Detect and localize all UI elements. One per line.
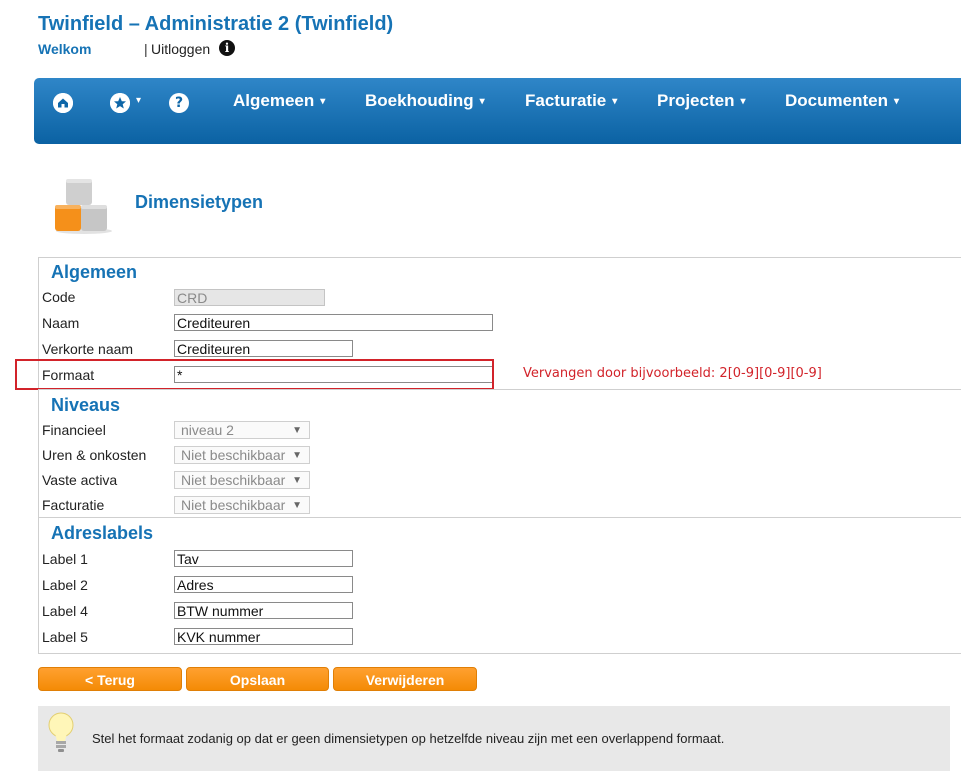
app-title: Twinfield – Administratie 2 (Twinfield): [38, 13, 394, 35]
formaat-highlight-box: [15, 359, 494, 390]
verkorte-naam-field[interactable]: Crediteuren: [174, 340, 353, 357]
nav-documenten-label: Documenten: [785, 91, 888, 110]
facturatie-select-value: Niet beschikbaar: [181, 497, 286, 513]
star-icon[interactable]: [110, 93, 130, 113]
chevron-down-icon: ▾: [479, 96, 485, 107]
formaat-annotation: Vervangen door bijvoorbeeld: 2[0-9][0-9]…: [523, 366, 822, 381]
section-heading-algemeen: Algemeen: [51, 262, 138, 282]
chevron-down-icon: ▾: [740, 96, 746, 107]
nav-facturatie-label: Facturatie: [525, 91, 607, 110]
dimension-types-icon: [55, 179, 112, 234]
uren-onkosten-select-value: Niet beschikbaar: [181, 447, 286, 463]
vaste-activa-select-value: Niet beschikbaar: [181, 472, 286, 488]
nav-boekhouding-label: Boekhouding: [365, 91, 474, 110]
favorites-caret-icon[interactable]: ▾: [136, 95, 141, 106]
save-button[interactable]: Opslaan: [186, 667, 329, 691]
section-divider: [38, 389, 961, 390]
vaste-activa-select: Niet beschikbaar ▼: [174, 471, 310, 489]
naam-field[interactable]: Crediteuren: [174, 314, 493, 331]
label-5-label: Label 5: [42, 629, 88, 645]
code-label: Code: [42, 289, 76, 305]
nav-projecten[interactable]: Projecten ▾: [657, 91, 746, 111]
nav-projecten-label: Projecten: [657, 91, 735, 110]
dropdown-arrow-icon: ▼: [292, 425, 302, 436]
nav-documenten[interactable]: Documenten ▾: [785, 91, 899, 111]
tip-bar: Stel het formaat zodanig op dat er geen …: [38, 706, 950, 771]
financieel-label: Financieel: [42, 422, 106, 438]
vaste-activa-label: Vaste activa: [42, 472, 118, 488]
home-icon[interactable]: [53, 93, 73, 113]
welcome-link[interactable]: Welkom: [38, 41, 91, 57]
dropdown-arrow-icon: ▼: [292, 475, 302, 486]
page-title: Dimensietypen: [135, 192, 264, 212]
nav-algemeen-label: Algemeen: [233, 91, 315, 110]
help-icon[interactable]: ?: [169, 93, 189, 113]
code-field: CRD: [174, 289, 325, 306]
dropdown-arrow-icon: ▼: [292, 450, 302, 461]
label-1-label: Label 1: [42, 551, 88, 567]
logout-link[interactable]: Uitloggen: [151, 41, 210, 57]
label-4-label: Label 4: [42, 603, 88, 619]
label-4-field[interactable]: BTW nummer: [174, 602, 353, 619]
chevron-down-icon: ▾: [320, 96, 326, 107]
lightbulb-icon: [48, 712, 74, 752]
chevron-down-icon: ▾: [612, 96, 618, 107]
facturatie-select: Niet beschikbaar ▼: [174, 496, 310, 514]
section-heading-niveaus: Niveaus: [51, 395, 121, 415]
label-1-field[interactable]: Tav: [174, 550, 353, 567]
section-heading-adreslabels: Adreslabels: [51, 523, 154, 543]
dropdown-arrow-icon: ▼: [292, 500, 302, 511]
tip-text: Stel het formaat zodanig op dat er geen …: [92, 731, 725, 746]
verkorte-naam-label: Verkorte naam: [42, 341, 134, 357]
naam-label: Naam: [42, 315, 80, 331]
uren-onkosten-select: Niet beschikbaar ▼: [174, 446, 310, 464]
nav-facturatie[interactable]: Facturatie ▾: [525, 91, 617, 111]
financieel-select-value: niveau 2: [181, 422, 234, 438]
financieel-select: niveau 2 ▼: [174, 421, 310, 439]
section-divider: [38, 517, 961, 518]
nav-boekhouding[interactable]: Boekhouding ▾: [365, 91, 485, 111]
uren-onkosten-label: Uren & onkosten: [42, 447, 147, 463]
chevron-down-icon: ▾: [893, 96, 899, 107]
facturatie-label: Facturatie: [42, 497, 105, 513]
nav-algemeen[interactable]: Algemeen ▾: [233, 91, 325, 111]
label-2-label: Label 2: [42, 577, 88, 593]
info-icon[interactable]: i: [219, 40, 235, 56]
delete-button[interactable]: Verwijderen: [333, 667, 477, 691]
main-navbar: ▾ ? Algemeen ▾ Boekhouding ▾ Facturatie ▾ P…: [34, 78, 961, 144]
user-bar-separator: |: [144, 41, 148, 57]
label-5-field[interactable]: KVK nummer: [174, 628, 353, 645]
back-button[interactable]: < Terug: [38, 667, 182, 691]
label-2-field[interactable]: Adres: [174, 576, 353, 593]
